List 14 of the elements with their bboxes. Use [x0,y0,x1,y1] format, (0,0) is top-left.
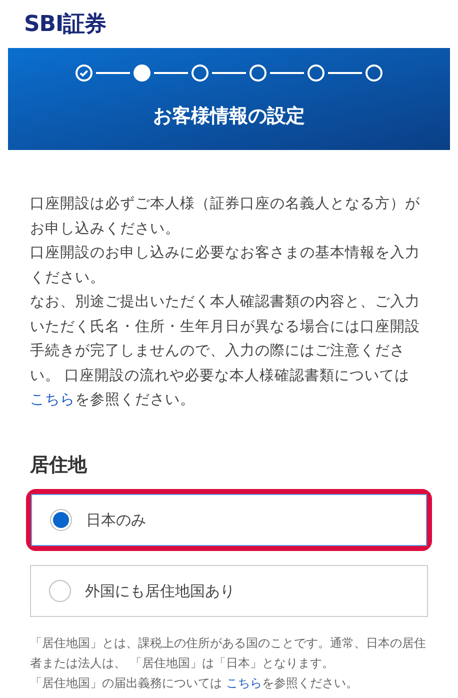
section-title: 居住地 [30,452,88,478]
logo: SBI証券 [24,10,106,38]
link[interactable]: こちら [30,392,75,408]
intro-text: 口座開設のお申し込みに必要なお客さまの基本情報を入力ください。 [30,244,421,288]
radio-option[interactable]: 日本のみ [31,494,427,546]
link[interactable]: こちら [226,676,262,690]
radio-option[interactable]: 外国にも居住地国あり [30,565,428,617]
note-text: 「居住地国」とは、課税上の住所がある国のことです。通常、日本の居住者または法人は、 「居住地国」は「日本」となります。 [30,635,427,672]
intro-text: 口座開設は必ずご本人様（証券口座の名義人となる方）がお申し込みください。 [30,194,421,238]
banner-title: お客様情報の設定 [153,104,305,129]
radio-button[interactable] [50,509,72,531]
radio-button[interactable] [49,580,71,602]
intro-text: なお、別途ご提出いただく本人確認書類の内容と、ご入力いただく氏名・住所・生年月日が異なる場合には口座開設手続きが完了しませんので、入力の際にはご注意ください。 口座開設の流れや必要な本人様確認書類については こちら を参照ください。 [30,292,421,410]
note-text: 「居住地国」の届出義務については こちら を参照ください。 [30,675,359,692]
